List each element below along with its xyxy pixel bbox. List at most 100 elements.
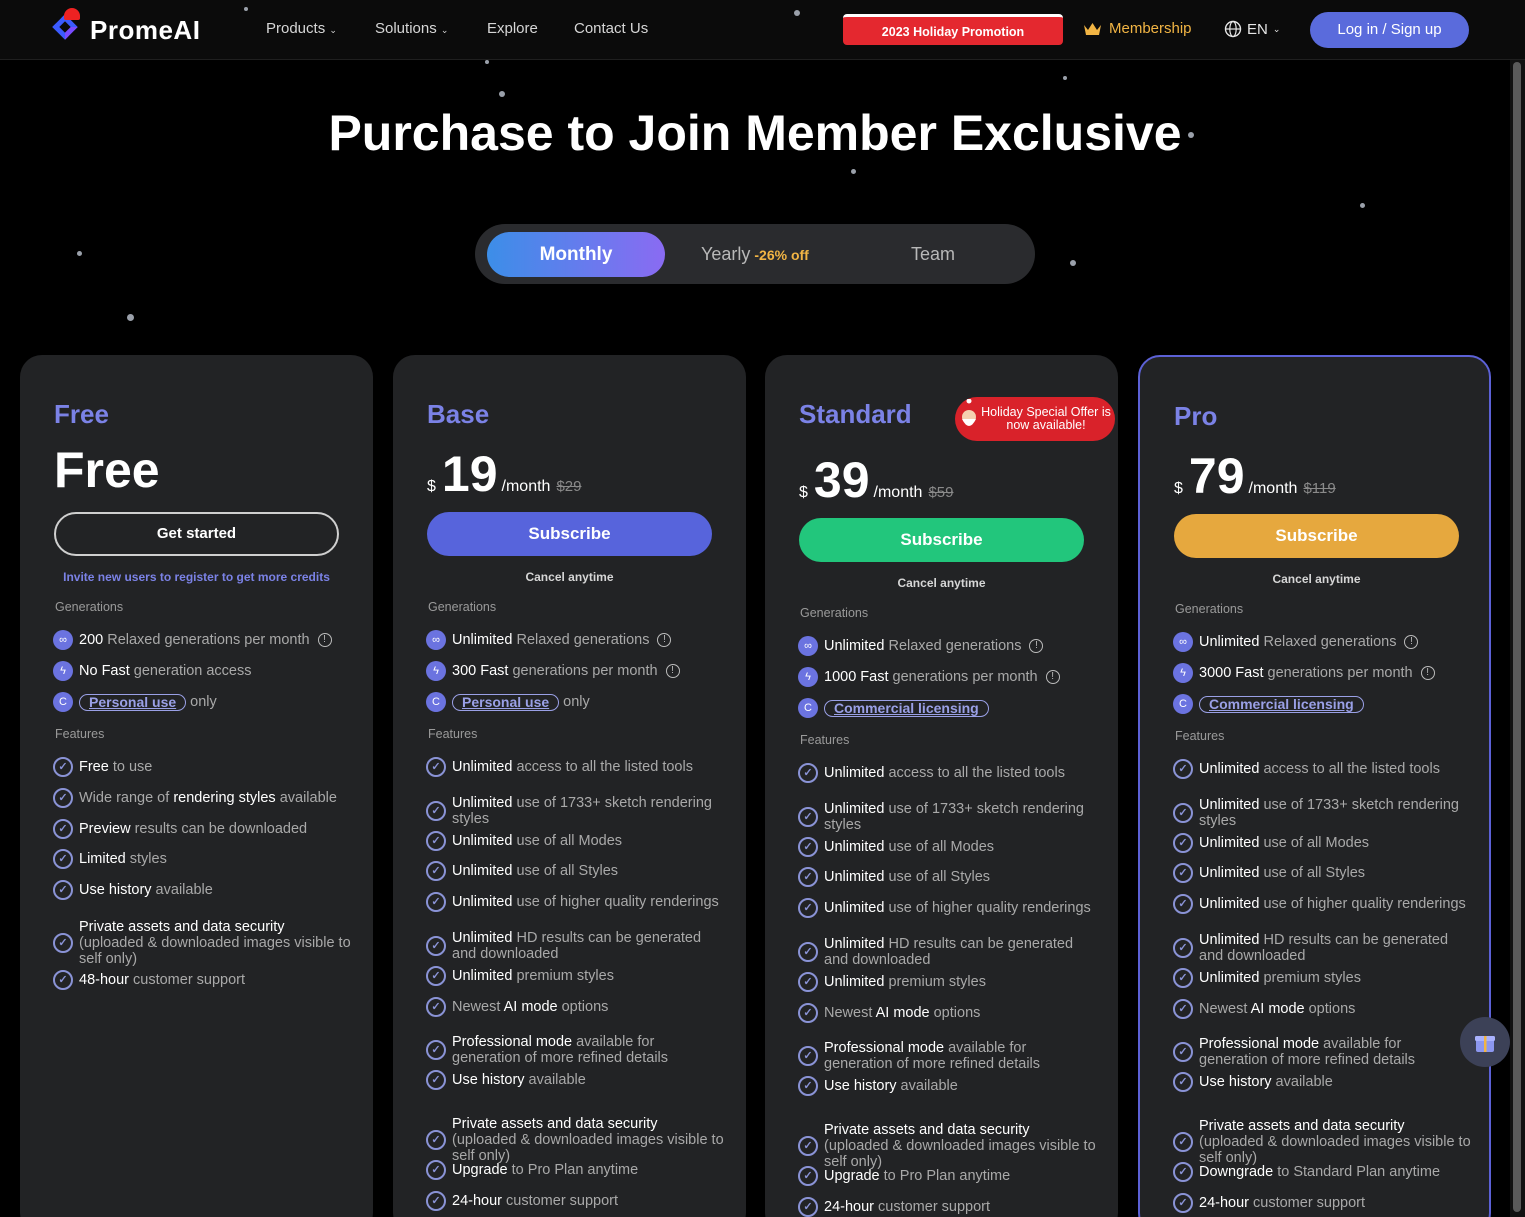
get-started-button[interactable]: Get started <box>54 512 339 556</box>
nav-item-contact-us[interactable]: Contact Us <box>574 20 648 37</box>
bolt-icon: ϟ <box>426 661 446 681</box>
license-pill[interactable]: Commercial licensing <box>824 699 989 717</box>
info-icon[interactable]: ! <box>665 664 680 678</box>
cancel-anytime-note: Cancel anytime <box>897 576 986 590</box>
check-circle-icon: ✓ <box>1173 1162 1193 1182</box>
logo[interactable]: PromeAI <box>52 8 200 52</box>
bolt-icon: ϟ <box>1173 663 1193 683</box>
tab-yearly[interactable]: Yearly -26% off <box>701 244 809 265</box>
check-circle-icon: ✓ <box>53 880 73 900</box>
membership-link[interactable]: Membership <box>1083 20 1192 37</box>
invite-link[interactable]: Invite new users to register to get more… <box>20 570 373 584</box>
check-circle-icon: ✓ <box>798 942 818 962</box>
feature-item: ✓ Unlimited use of 1733+ sketch renderin… <box>426 795 726 827</box>
feature-item: ✓ Unlimited premium styles <box>798 972 1098 992</box>
price-original: $59 <box>928 484 954 501</box>
feature-item: ✓ Unlimited HD results can be generated … <box>426 930 726 962</box>
check-circle-icon: ✓ <box>426 1130 446 1150</box>
generation-item: C Personal use only <box>53 692 353 712</box>
check-circle-icon: ✓ <box>798 1003 818 1023</box>
logo-icon <box>52 8 86 52</box>
bolt-icon: ϟ <box>53 661 73 681</box>
check-circle-icon: ✓ <box>426 1160 446 1180</box>
page-scrollbar[interactable] <box>1510 60 1525 1217</box>
billing-period-toggle: Monthly Yearly -26% off Team <box>475 224 1035 284</box>
language-selector[interactable]: EN ⌄ <box>1224 20 1280 38</box>
cancel-anytime-note: Cancel anytime <box>1272 572 1361 586</box>
nav-item-explore[interactable]: Explore <box>487 20 538 37</box>
plan-card-pro: Pro $ 79 /month $119 Subscribe Cancel any… <box>1138 355 1491 1217</box>
generation-item: ϟ No Fast generation access <box>53 661 353 681</box>
language-label: EN <box>1247 20 1268 38</box>
subscribe-button[interactable]: Subscribe <box>799 518 1084 562</box>
check-circle-icon: ✓ <box>1173 1072 1193 1092</box>
price-amount: 39 <box>813 452 870 508</box>
feature-item: ✓ Private assets and data security (uplo… <box>426 1116 726 1164</box>
login-signup-button[interactable]: Log in / Sign up <box>1310 12 1469 48</box>
info-icon[interactable]: ! <box>657 633 672 647</box>
chevron-down-icon: ⌄ <box>329 25 337 35</box>
check-circle-icon: ✓ <box>53 788 73 808</box>
check-circle-icon: ✓ <box>426 861 446 881</box>
license-pill[interactable]: Personal use <box>79 693 187 711</box>
check-circle-icon: ✓ <box>1173 863 1193 883</box>
info-icon[interactable]: ! <box>1420 666 1435 680</box>
generation-item: ∞ 200 Relaxed generations per month! <box>53 630 353 650</box>
plan-name: Free <box>54 399 109 429</box>
feature-item: ✓ Newest AI mode options <box>798 1003 1098 1023</box>
feature-item: ✓ Unlimited use of all Modes <box>426 831 726 851</box>
subscribe-button[interactable]: Subscribe <box>427 512 712 556</box>
c-icon: C <box>426 692 446 712</box>
feature-item: ✓ Unlimited access to all the listed too… <box>798 763 1098 783</box>
feature-item: ✓ Unlimited use of all Modes <box>798 837 1098 857</box>
check-circle-icon: ✓ <box>426 892 446 912</box>
bolt-icon: ϟ <box>798 667 818 687</box>
feature-item: ✓ Professional mode available for genera… <box>426 1034 726 1066</box>
yearly-discount-badge: -26% off <box>754 247 809 263</box>
info-icon[interactable]: ! <box>1404 635 1419 649</box>
nav-item-solutions[interactable]: Solutions ⌄ <box>375 20 448 37</box>
holiday-promotion-button[interactable]: 2023 Holiday Promotion <box>843 14 1063 45</box>
check-circle-icon: ✓ <box>1173 1193 1193 1213</box>
info-icon[interactable]: ! <box>1029 639 1044 653</box>
feature-item: ✓ Private assets and data security (uplo… <box>53 919 353 967</box>
feature-item: ✓ Newest AI mode options <box>1173 999 1473 1019</box>
section-heading-features: Features <box>1175 729 1225 743</box>
section-heading-generations: Generations <box>428 600 497 614</box>
license-pill[interactable]: Commercial licensing <box>1199 695 1364 713</box>
feature-item: ✓ Unlimited access to all the listed too… <box>426 757 726 777</box>
check-circle-icon: ✓ <box>798 867 818 887</box>
subscribe-button[interactable]: Subscribe <box>1174 514 1459 558</box>
feature-item: ✓ Private assets and data security (uplo… <box>1173 1118 1473 1166</box>
info-icon[interactable]: ! <box>1045 670 1060 684</box>
price-period: /month <box>501 478 551 495</box>
globe-icon <box>1224 20 1242 38</box>
plan-price: $ 19 /month $29 <box>427 445 581 503</box>
check-circle-icon: ✓ <box>798 1046 818 1066</box>
plan-name: Standard <box>799 399 912 429</box>
feature-item: ✓ Preview results can be downloaded <box>53 819 353 839</box>
check-circle-icon: ✓ <box>53 933 73 953</box>
membership-label: Membership <box>1109 20 1192 37</box>
info-icon[interactable]: ! <box>317 633 332 647</box>
infinity-icon: ∞ <box>426 630 446 650</box>
generation-item: ∞ Unlimited Relaxed generations! <box>798 636 1098 656</box>
tab-team[interactable]: Team <box>911 244 955 265</box>
check-circle-icon: ✓ <box>426 966 446 986</box>
top-nav: PromeAI Products ⌄ Solutions ⌄ Explore C… <box>0 0 1525 60</box>
feature-item: ✓ Upgrade to Pro Plan anytime <box>798 1166 1098 1186</box>
price-amount: 79 <box>1188 448 1245 504</box>
license-pill[interactable]: Personal use <box>452 693 560 711</box>
check-circle-icon: ✓ <box>426 757 446 777</box>
generation-item: ϟ 3000 Fast generations per month! <box>1173 663 1473 683</box>
plan-price: $ 79 /month $119 <box>1174 447 1336 505</box>
tab-monthly[interactable]: Monthly <box>487 232 665 277</box>
logo-text: PromeAI <box>90 14 201 45</box>
price-period: /month <box>873 484 923 501</box>
nav-item-products[interactable]: Products ⌄ <box>266 20 337 37</box>
gift-icon[interactable] <box>1460 1017 1510 1067</box>
feature-item: ✓ Unlimited use of 1733+ sketch renderin… <box>798 801 1098 833</box>
plan-name: Base <box>427 399 490 429</box>
check-circle-icon: ✓ <box>798 972 818 992</box>
feature-item: ✓ Upgrade to Pro Plan anytime <box>426 1160 726 1180</box>
